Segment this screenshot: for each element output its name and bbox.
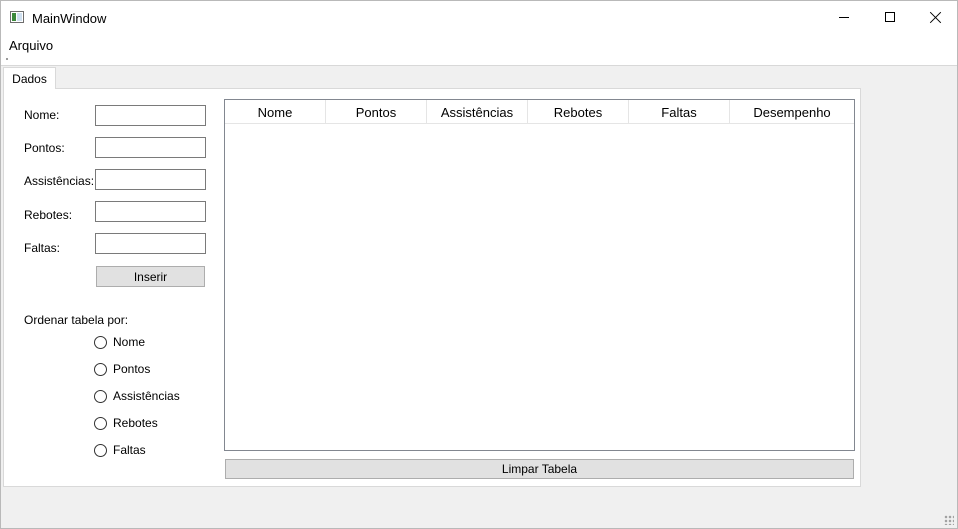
title-bar[interactable]: MainWindow	[1, 1, 957, 33]
app-window-icon	[10, 11, 24, 23]
column-header-nome[interactable]: Nome	[225, 100, 326, 124]
menu-bar: Arquivo	[1, 33, 957, 55]
radio-circle-icon[interactable]	[94, 416, 107, 430]
minimize-button[interactable]	[821, 1, 867, 33]
radio-label: Rebotes	[113, 416, 158, 430]
radio-circle-icon[interactable]	[94, 362, 107, 376]
radio-label: Faltas	[113, 443, 146, 457]
label-nome: Nome:	[24, 108, 60, 122]
tab-pane-dados: Nome: Pontos: Assistências: Rebotes: Fal…	[3, 88, 861, 487]
main-window: MainWindow Arquivo Dados Nome: Pontos: A…	[0, 0, 958, 529]
faltas-input[interactable]	[95, 233, 206, 254]
radio-circle-icon[interactable]	[94, 335, 107, 349]
radio-assistencias[interactable]: Assistências	[94, 388, 180, 404]
resize-grip-icon[interactable]	[944, 515, 954, 525]
column-header-rebotes[interactable]: Rebotes	[528, 100, 629, 124]
label-pontos: Pontos:	[24, 141, 65, 155]
label-faltas: Faltas:	[24, 241, 61, 255]
radio-label: Nome	[113, 335, 146, 349]
nome-input[interactable]	[95, 105, 206, 126]
column-header-assistencias[interactable]: Assistências	[427, 100, 528, 124]
tab-dados[interactable]: Dados	[3, 67, 56, 89]
column-header-pontos[interactable]: Pontos	[326, 100, 427, 124]
radio-circle-icon[interactable]	[94, 389, 107, 403]
radio-label: Pontos	[113, 362, 151, 376]
window-title: MainWindow	[32, 11, 107, 26]
toolbar-area	[1, 55, 957, 66]
pontos-input[interactable]	[95, 137, 206, 158]
close-button[interactable]	[913, 1, 958, 33]
sort-label: Ordenar tabela por:	[24, 313, 129, 327]
column-header-desempenho[interactable]: Desempenho	[730, 100, 854, 124]
tab-label: Dados	[12, 71, 47, 86]
radio-nome[interactable]: Nome	[94, 334, 145, 350]
rebotes-input[interactable]	[95, 201, 206, 222]
table-header: Nome Pontos Assistências Rebotes Faltas …	[225, 100, 854, 124]
players-table[interactable]: Nome Pontos Assistências Rebotes Faltas …	[224, 99, 855, 451]
close-icon	[930, 11, 942, 23]
assistencias-input[interactable]	[95, 169, 206, 190]
column-header-faltas[interactable]: Faltas	[629, 100, 730, 124]
radio-pontos[interactable]: Pontos	[94, 361, 150, 377]
limpar-tabela-button[interactable]: Limpar Tabela	[225, 459, 854, 479]
maximize-button[interactable]	[867, 1, 913, 33]
minimize-icon	[839, 16, 849, 18]
inserir-label: Inserir	[133, 269, 168, 284]
limpar-tabela-label: Limpar Tabela	[501, 462, 578, 476]
radio-label: Assistências	[113, 389, 180, 403]
status-bar	[1, 488, 957, 528]
inserir-button[interactable]: Inserir	[96, 266, 205, 287]
radio-faltas[interactable]: Faltas	[94, 442, 146, 458]
label-rebotes: Rebotes:	[24, 208, 73, 222]
radio-circle-icon[interactable]	[94, 443, 107, 457]
radio-rebotes[interactable]: Rebotes	[94, 415, 158, 431]
maximize-icon	[885, 12, 895, 22]
label-assistencias: Assistências:	[24, 174, 95, 188]
menu-arquivo[interactable]: Arquivo	[9, 38, 53, 53]
